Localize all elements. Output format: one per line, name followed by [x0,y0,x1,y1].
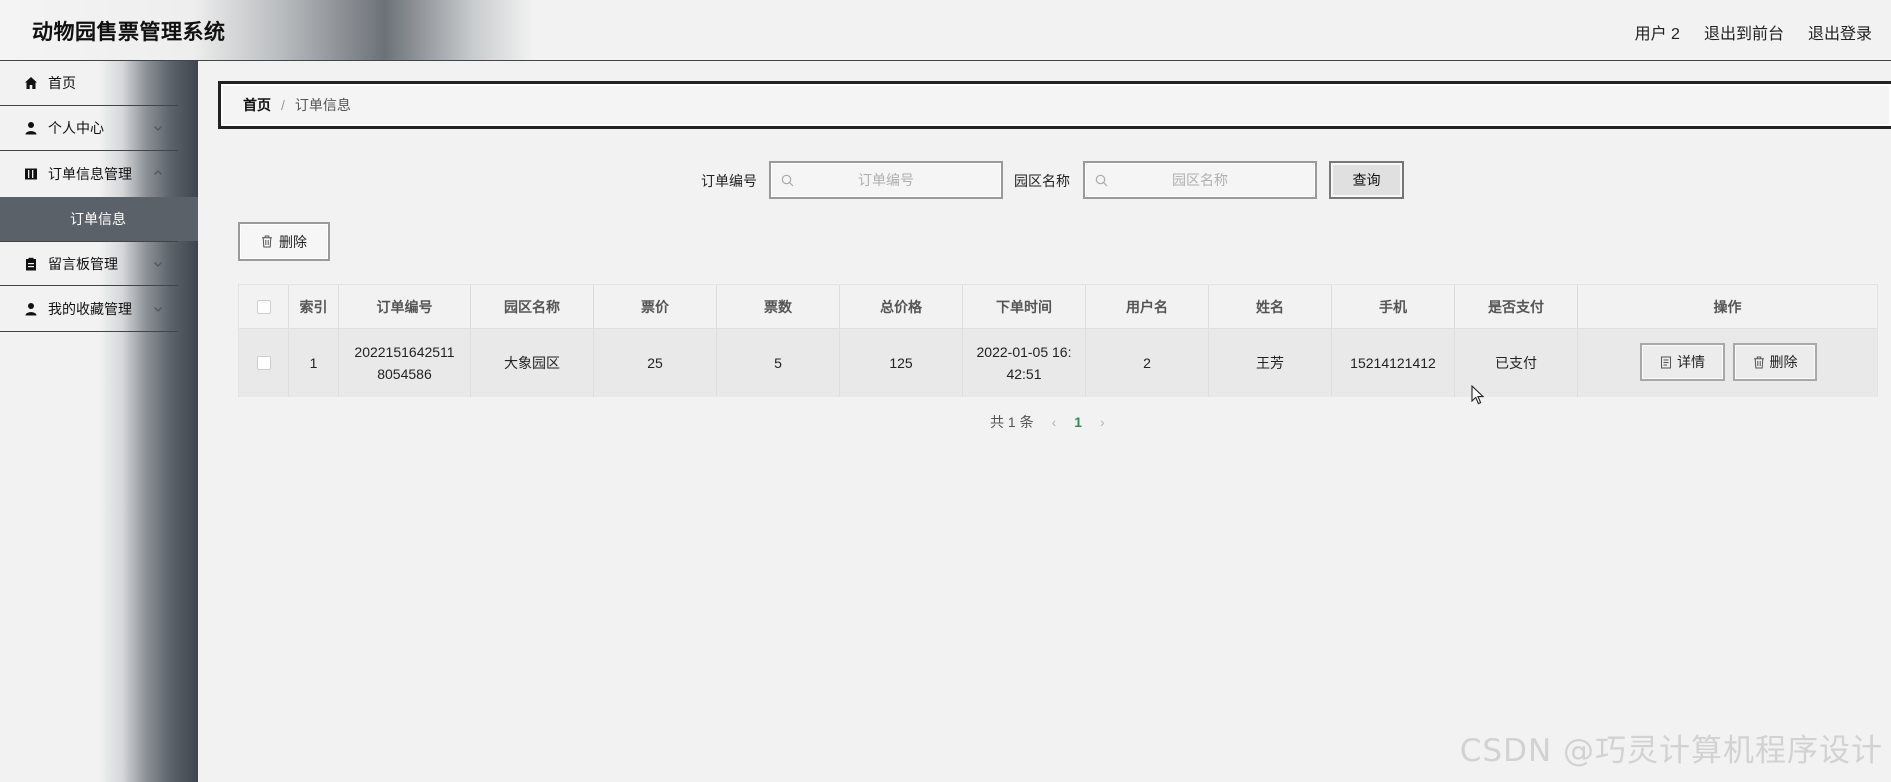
breadcrumb: 首页 / 订单信息 [218,81,1891,129]
breadcrumb-current: 订单信息 [294,97,351,113]
next-page-icon[interactable]: › [1100,414,1105,430]
query-button[interactable]: 查询 [1329,161,1404,199]
prev-page-icon[interactable]: ‹ [1052,414,1057,430]
sidebar-item-label: 订单信息管理 [48,165,132,182]
user-icon [25,122,37,135]
order-table: 索引 订单编号 园区名称 票价 票数 总价格 下单时间 用户名 姓名 手机 是否… [238,284,1878,397]
order-no-field [769,161,1003,199]
chevron-down-icon [154,126,162,131]
sidebar-item-profile[interactable]: 个人中心 [0,106,178,151]
park-name-label: 园区名称 [1014,173,1070,189]
bulk-delete-button[interactable]: 删除 [238,222,330,261]
row-delete-label: 删除 [1769,354,1798,370]
cell-actions: 详情 删除 [1578,329,1877,397]
detail-button-label: 详情 [1677,354,1705,370]
sidebar-item-order-management[interactable]: 订单信息管理 [0,151,178,196]
clipboard-icon [26,257,36,270]
cell-index: 1 [289,329,339,397]
cell-name: 王芳 [1209,329,1332,397]
column-header: 订单编号 [339,285,471,328]
cell-phone: 15214121412 [1332,329,1455,397]
select-all-checkbox[interactable] [256,299,271,314]
park-name-field [1083,161,1317,199]
cell-price: 25 [594,329,717,397]
column-header: 是否支付 [1455,285,1578,328]
row-select-cell [239,329,289,397]
cell-order-time: 2022-01-05 16: 42:51 [963,329,1086,397]
order-no-line: 2022151642511 [354,344,455,360]
sidebar-subitem-order-info[interactable]: 订单信息 [0,197,198,241]
column-header: 下单时间 [963,285,1086,328]
header-select-all [239,285,289,328]
column-header: 用户名 [1086,285,1209,328]
user-icon [25,303,37,316]
sidebar-item-favorites[interactable]: 我的收藏管理 [0,287,178,332]
order-time-line: 42:51 [1006,366,1042,382]
sidebar-item-label: 我的收藏管理 [48,301,132,317]
sidebar-item-message-board[interactable]: 留言板管理 [0,241,178,286]
header-links: 用户 2 退出到前台 退出登录 [1635,20,1872,44]
chevron-up-icon [154,170,162,175]
trash-icon [262,235,272,248]
bulk-delete-label: 删除 [279,233,307,250]
pagination: 共 1 条 ‹ 1 › [990,412,1105,432]
column-header: 操作 [1713,298,1742,315]
sidebar-item-label: 留言板管理 [48,255,118,272]
cell-total: 125 [840,329,963,397]
column-header: 总价格 [840,285,963,328]
cell-count: 5 [717,329,840,397]
search-icon [781,174,794,187]
cell-username: 2 [1086,329,1209,397]
chevron-down-icon [154,262,162,267]
mouse-cursor-icon [1471,385,1485,405]
book-icon [25,168,37,179]
order-no-label: 订单编号 [701,173,757,189]
page-number-current[interactable]: 1 [1074,414,1082,430]
logout-link[interactable]: 退出登录 [1808,20,1872,44]
column-header: 园区名称 [471,285,594,328]
order-no-line: 8054586 [377,366,432,382]
search-icon [1095,174,1108,187]
breadcrumb-separator: / [281,97,285,113]
trash-icon [1753,356,1764,368]
park-name-input[interactable] [1085,163,1315,197]
sidebar-item-label: 首页 [48,75,76,91]
sidebar-item-home[interactable]: 首页 [0,61,178,106]
app-title: 动物园售票管理系统 [32,21,226,44]
breadcrumb-home[interactable]: 首页 [243,95,271,115]
detail-button[interactable]: 详情 [1640,343,1725,381]
chevron-down-icon [154,307,162,312]
home-icon [25,77,37,89]
table-header: 索引 订单编号 园区名称 票价 票数 总价格 下单时间 用户名 姓名 手机 是否… [239,285,1877,329]
column-header: 姓名 [1209,285,1332,328]
column-header: 手机 [1332,285,1455,328]
current-user-link[interactable]: 用户 2 [1635,20,1680,44]
document-icon [1661,356,1671,368]
order-time-line: 2022-01-05 16: [976,344,1072,360]
cell-park: 大象园区 [471,329,594,397]
table-row: 1 2022151642511 8054586 大象园区 25 5 125 20… [239,329,1877,397]
order-no-input[interactable] [771,163,1001,197]
row-delete-button[interactable]: 删除 [1733,343,1817,381]
row-checkbox[interactable] [256,356,271,370]
top-header: 动物园售票管理系统 用户 2 退出到前台 退出登录 [0,0,1891,61]
sidebar: 首页 个人中心 订单信息管理 订单信息 留言板管理 我的收藏管理 [0,61,198,782]
watermark: CSDN @巧灵计算机程序设计 [1459,733,1883,769]
pagination-total: 共 1 条 [990,414,1034,430]
column-header: 票价 [594,285,717,328]
sidebar-item-label: 个人中心 [48,120,104,136]
column-header: 索引 [289,285,339,328]
cell-order-no: 2022151642511 8054586 [339,329,471,397]
back-to-frontend-link[interactable]: 退出到前台 [1704,20,1784,44]
column-header: 票数 [717,285,840,328]
